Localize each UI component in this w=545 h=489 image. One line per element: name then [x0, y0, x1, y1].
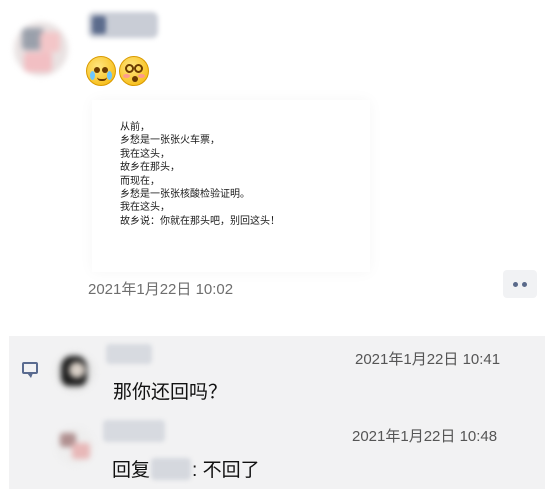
poem-line: 乡愁是一张张火车票，	[120, 135, 220, 147]
post-timestamp: 2021年1月22日 10:02	[88, 281, 234, 298]
reply-text[interactable]: 回复 : 不回了	[112, 455, 260, 482]
post-author-avatar[interactable]	[14, 22, 68, 76]
replier-avatar[interactable]	[56, 427, 94, 465]
more-dots-icon-2	[522, 281, 527, 287]
poem-line: 故乡在那头，	[120, 162, 180, 174]
reply-target-name-redacted[interactable]	[151, 457, 192, 480]
replier-name-redacted[interactable]	[103, 420, 165, 442]
post-emoji-row	[86, 56, 149, 86]
commenter-avatar[interactable]	[55, 352, 95, 392]
commenter-name-redacted[interactable]	[106, 344, 152, 364]
comment-icon	[22, 362, 38, 378]
more-button[interactable]	[503, 270, 537, 298]
more-dots-icon	[513, 281, 518, 287]
dizzy-face-icon	[119, 56, 149, 86]
poem-line: 而现在，	[120, 175, 160, 187]
post-author-name-redacted[interactable]	[88, 12, 158, 38]
poem-line: 乡愁是一张张核酸检验证明。	[120, 189, 250, 201]
reply-timestamp: 2021年1月22日 10:48	[352, 428, 498, 445]
crying-face-icon	[86, 56, 116, 86]
comment-text[interactable]: 那你还回吗？	[113, 377, 227, 404]
poem-line: 故乡说：你就在那头吧，别回这头！	[120, 215, 280, 227]
poem-line: 从前，	[120, 122, 150, 133]
poem-line: 我在这头，	[120, 148, 170, 160]
poem-line: 我在这头，	[120, 202, 170, 214]
reply-body: : 不回了	[192, 460, 260, 481]
poem-text: 从前， 乡愁是一张张火车票， 我在这头， 故乡在那头， 而现在， 乡愁是一张张核酸检验证明…	[120, 121, 280, 228]
reply-prefix: 回复	[112, 460, 151, 481]
comment-timestamp: 2021年1月22日 10:41	[355, 351, 501, 368]
